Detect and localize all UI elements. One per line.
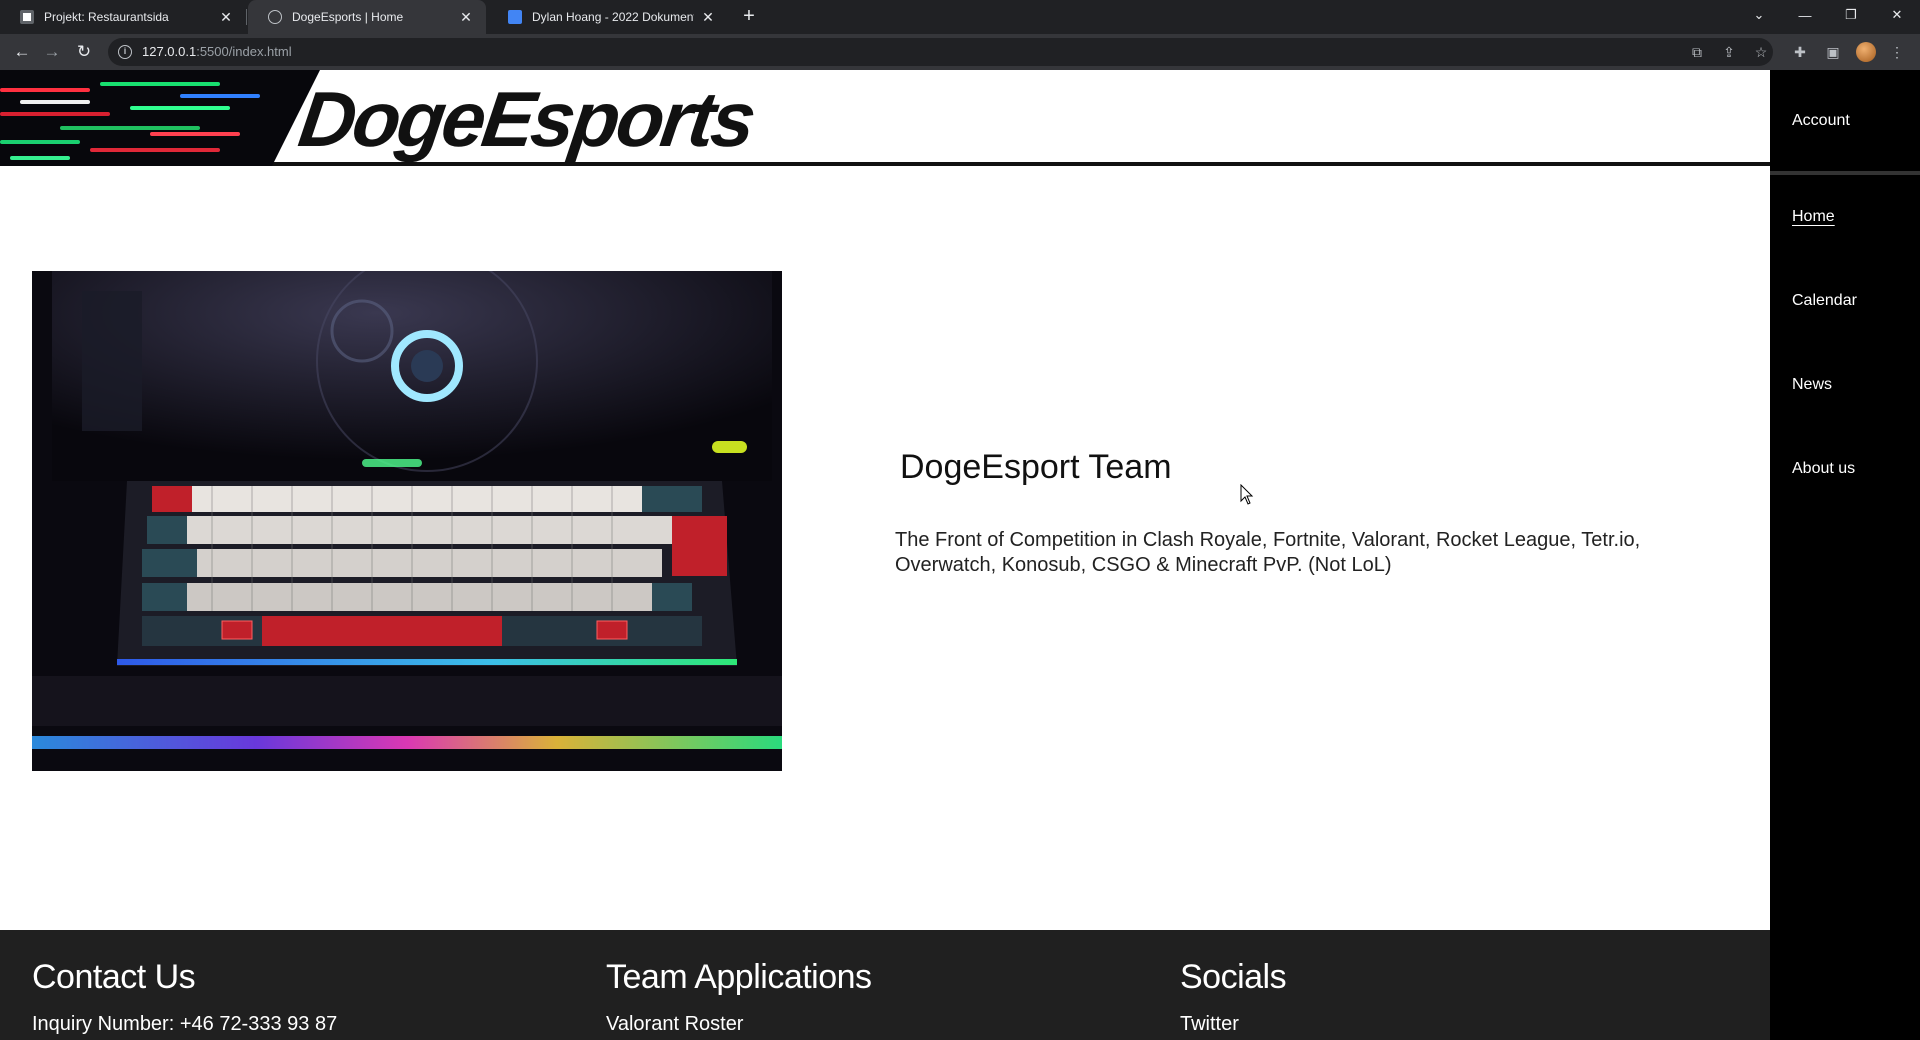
- close-window-icon[interactable]: ✕: [1874, 0, 1920, 30]
- site-footer: Contact Us Inquiry Number: +46 72-333 93…: [0, 930, 1770, 1040]
- extensions-puzzle-icon[interactable]: ✚: [1791, 43, 1809, 61]
- browser-tab-dokumentation[interactable]: Dylan Hoang - 2022 Dokumentat ✕: [488, 0, 728, 34]
- globe-favicon-icon: [268, 10, 282, 24]
- footer-applications: Team Applications Valorant Roster: [606, 958, 872, 1036]
- footer-socials-heading: Socials: [1180, 958, 1287, 996]
- nav-about-us[interactable]: About us: [1792, 460, 1855, 478]
- hero-title: DogeEsport Team: [900, 448, 1172, 486]
- footer-contact-phone[interactable]: Inquiry Number: +46 72-333 93 87: [32, 1013, 337, 1036]
- nav-account[interactable]: Account: [1792, 112, 1850, 130]
- browser-tab-dogeesports[interactable]: DogeEsports | Home ✕: [248, 0, 486, 34]
- back-arrow-icon[interactable]: ←: [10, 40, 34, 64]
- chrome-menu-kebab-icon[interactable]: ⋮: [1888, 43, 1906, 61]
- site-logo[interactable]: DogeEsports: [294, 74, 759, 165]
- footer-contact-heading: Contact Us: [32, 958, 196, 996]
- side-navigation: Account Home Calendar News About us: [1770, 70, 1920, 1040]
- footer-valorant-roster-link[interactable]: Valorant Roster: [606, 1013, 872, 1036]
- tab-divider: [246, 9, 247, 25]
- nav-divider: [1770, 171, 1920, 175]
- document-favicon-icon: [20, 10, 34, 24]
- browser-toolbar: ← → ↻ i 127.0.0.1:5500/index.html ⧉ ⇪ ☆ …: [0, 34, 1920, 70]
- site-info-icon[interactable]: i: [118, 45, 132, 59]
- translate-icon[interactable]: ⧉: [1688, 43, 1706, 61]
- nav-home[interactable]: Home: [1792, 208, 1835, 226]
- close-tab-icon[interactable]: ✕: [218, 9, 234, 26]
- footer-applications-heading: Team Applications: [606, 958, 872, 996]
- site-header: DogeEsports: [0, 70, 1770, 166]
- mouse-cursor-icon: [1240, 484, 1254, 505]
- side-panel-icon[interactable]: ▣: [1824, 43, 1842, 61]
- browser-tab-restaurantsida[interactable]: Projekt: Restaurantsida ✕: [0, 0, 246, 34]
- hero-keyboard-image: [32, 271, 782, 771]
- tab-title: Dylan Hoang - 2022 Dokumentat: [532, 10, 694, 24]
- tab-search-chevron-icon[interactable]: ⌄: [1736, 0, 1782, 30]
- browser-tab-strip: Projekt: Restaurantsida ✕ DogeEsports | …: [0, 0, 1920, 34]
- nav-news[interactable]: News: [1792, 376, 1832, 394]
- reload-icon[interactable]: ↻: [72, 40, 96, 64]
- tab-title: Projekt: Restaurantsida: [44, 10, 169, 24]
- bookmark-star-icon[interactable]: ☆: [1752, 43, 1770, 61]
- page-viewport: DogeEsports Account Home Calendar News A…: [0, 70, 1920, 1040]
- forward-arrow-icon[interactable]: →: [40, 40, 64, 64]
- close-tab-icon[interactable]: ✕: [458, 9, 474, 26]
- address-bar[interactable]: i 127.0.0.1:5500/index.html ⧉ ⇪ ☆: [108, 38, 1773, 66]
- header-banner-image: [0, 70, 320, 166]
- tab-title: DogeEsports | Home: [292, 10, 404, 24]
- minimize-window-icon[interactable]: —: [1782, 0, 1828, 30]
- profile-avatar[interactable]: [1856, 42, 1876, 62]
- footer-contact: Contact Us Inquiry Number: +46 72-333 93…: [32, 958, 337, 1036]
- address-url[interactable]: 127.0.0.1:5500/index.html: [142, 44, 292, 59]
- hero-description: The Front of Competition in Clash Royale…: [895, 529, 1641, 576]
- close-tab-icon[interactable]: ✕: [700, 9, 716, 26]
- google-docs-favicon-icon: [508, 10, 522, 24]
- share-icon[interactable]: ⇪: [1720, 43, 1738, 61]
- footer-twitter-link[interactable]: Twitter: [1180, 1013, 1286, 1036]
- new-tab-plus-icon[interactable]: +: [738, 6, 760, 28]
- nav-calendar[interactable]: Calendar: [1792, 292, 1857, 310]
- restore-window-icon[interactable]: ❐: [1828, 0, 1874, 30]
- footer-socials: Socials Twitter: [1180, 958, 1287, 1036]
